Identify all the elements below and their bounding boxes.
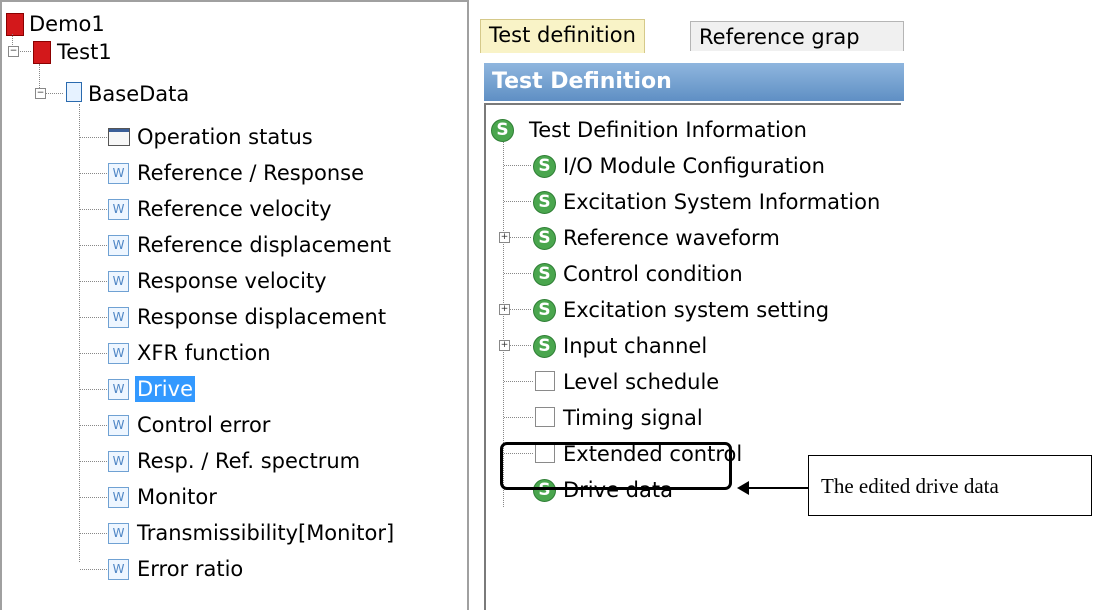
tree-connector [45,93,63,94]
tree-item-test1[interactable]: Test1 [57,39,112,65]
tree-connector [504,201,531,202]
callout-arrow-line [747,487,809,489]
tab-strip: Test definition Reference grap [480,9,904,53]
callout-box: The edited drive data [808,455,1092,516]
s-icon: S [491,119,514,142]
waveform-icon: W [108,271,129,292]
tree-item-error-ratio[interactable]: Error ratio [137,556,243,582]
tree-connector [18,51,31,52]
tree-item-excitation-system-information[interactable]: Excitation System Information [563,189,880,215]
tree-connector [80,533,107,534]
tree-connector [80,569,107,570]
tree-item-excitation-system-setting[interactable]: Excitation system setting [563,297,829,323]
tree-connector [510,345,531,346]
checkbox-icon[interactable] [535,407,555,427]
s-icon: S [533,263,556,286]
s-icon: S [533,299,556,322]
s-icon: S [533,335,556,358]
tree-item-reference-waveform[interactable]: Reference waveform [563,225,780,251]
definition-tree: S Test Definition Information S I/O Modu… [484,103,901,610]
tree-connector [504,165,531,166]
panel-header: Test Definition [484,63,904,101]
tree-item-io-module-configuration[interactable]: I/O Module Configuration [563,153,825,179]
tree-item-operation-status[interactable]: Operation status [137,124,313,150]
tree-connector [504,273,531,274]
waveform-icon: W [108,415,129,436]
tab-reference-graph[interactable]: Reference grap [690,21,904,51]
table-icon [108,128,130,146]
tree-item-reference-velocity[interactable]: Reference velocity [137,196,332,222]
tree-item-timing-signal[interactable]: Timing signal [563,405,703,431]
s-icon: S [533,227,556,250]
expand-icon[interactable]: + [499,304,510,315]
tree-item-basedata[interactable]: BaseData [88,81,189,107]
tree-connector [80,461,107,462]
tree-item-control-condition[interactable]: Control condition [563,261,743,287]
tree-connector [510,237,531,238]
tree-connector [510,309,531,310]
tree-item-xfr-function[interactable]: XFR function [137,340,271,366]
waveform-icon: W [108,451,129,472]
waveform-icon: W [108,343,129,364]
tree-connector [80,137,107,138]
checkbox-icon[interactable] [535,371,555,391]
waveform-icon: W [108,379,129,400]
tree-item-transmissibility-monitor[interactable]: Transmissibility[Monitor] [137,520,394,546]
waveform-icon: W [108,235,129,256]
drive-data-highlight [500,442,732,490]
tree-item-resp-ref-spectrum[interactable]: Resp. / Ref. spectrum [137,448,360,474]
project-icon [6,13,24,36]
tab-test-definition[interactable]: Test definition [480,19,645,53]
tree-connector [504,381,533,382]
tree-item-response-displacement[interactable]: Response displacement [137,304,386,330]
waveform-icon: W [108,163,129,184]
tree-item-response-velocity[interactable]: Response velocity [137,268,327,294]
expand-icon[interactable]: + [499,340,510,351]
tree-item-monitor[interactable]: Monitor [137,484,217,510]
tree-item-reference-response[interactable]: Reference / Response [137,160,364,186]
tree-item-reference-displacement[interactable]: Reference displacement [137,232,391,258]
tree-connector [80,353,107,354]
waveform-icon: W [108,559,129,580]
tree-item-drive[interactable]: Drive [135,376,195,402]
tree-item-test-definition-information[interactable]: Test Definition Information [529,117,807,143]
waveform-icon: W [108,199,129,220]
test-definition-pane: Test definition Reference grap Test Defi… [480,0,904,610]
waveform-icon: W [108,523,129,544]
s-icon: S [533,155,556,178]
tree-connector [80,173,107,174]
waveform-icon: W [108,487,129,508]
expand-icon[interactable]: + [499,232,510,243]
tree-connector [80,389,107,390]
test-icon [33,41,51,64]
tree-connector [80,209,107,210]
tree-connector [504,417,533,418]
tree-connector [80,497,107,498]
callout-arrow-head [737,481,749,495]
s-icon: S [533,191,556,214]
waveform-icon: W [108,307,129,328]
base-data-icon [66,82,82,102]
tree-root-demo1[interactable]: Demo1 [29,11,105,37]
tree-connector [80,281,107,282]
project-tree: Demo1 − Test1 − BaseData Operation statu… [0,0,469,610]
tree-connector [80,425,107,426]
tree-item-control-error[interactable]: Control error [137,412,270,438]
tree-item-input-channel[interactable]: Input channel [563,333,707,359]
tree-connector [80,317,107,318]
tree-item-level-schedule[interactable]: Level schedule [563,369,719,395]
tree-connector [80,245,107,246]
